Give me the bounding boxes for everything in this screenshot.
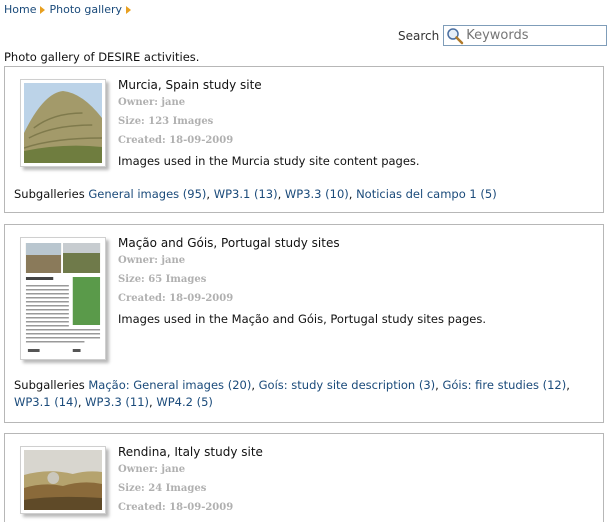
breadcrumb-arrow-icon: [40, 5, 46, 14]
breadcrumb-arrow-icon: [126, 5, 131, 14]
subgallery-link[interactable]: Góis: fire studies (12): [442, 378, 566, 392]
gallery-owner: Owner: jane: [118, 97, 186, 108]
subgallery-link[interactable]: Noticias del campo 1 (5): [356, 187, 497, 201]
gallery-created: Created: 18-09-2009: [118, 502, 234, 513]
subgallery-link[interactable]: General images (95): [88, 187, 206, 201]
gallery-owner: Owner: jane: [118, 255, 186, 266]
subgallery-link[interactable]: WP4.2 (5): [156, 395, 213, 409]
rendina-landscape-photo: [24, 450, 102, 510]
gallery-thumbnail[interactable]: [20, 79, 106, 167]
subgalleries-label: Subgalleries: [14, 187, 85, 201]
gallery-description: Images used in the Murcia study site con…: [118, 154, 420, 168]
subgallery-link[interactable]: WP3.3 (10): [285, 187, 349, 201]
gallery-card: Murcia, Spain study site Owner: jane Siz…: [4, 66, 604, 213]
gallery-thumbnail[interactable]: [20, 237, 106, 360]
search-input[interactable]: [466, 28, 605, 43]
subgalleries-list: Subgalleries Mação: General images (20),…: [14, 378, 570, 409]
gallery-size: Size: 65 Images: [118, 274, 207, 285]
gallery-card: Rendina, Italy study site Owner: jane Si…: [4, 433, 604, 522]
page-intro: Photo gallery of DESIRE activities.: [4, 50, 200, 64]
hillside-terraces-photo: [23, 83, 103, 163]
search-area: Search: [398, 25, 608, 46]
gallery-thumbnail[interactable]: [20, 446, 106, 514]
subgallery-link[interactable]: WP3.1 (13): [214, 187, 278, 201]
gallery-owner: Owner: jane: [118, 464, 186, 475]
gallery-created: Created: 18-09-2009: [118, 293, 234, 304]
magnifier-icon: [446, 27, 464, 45]
gallery-description: Images used in the Mação and Góis, Portu…: [118, 312, 487, 326]
study-site-document-thumbnail: [24, 241, 102, 356]
subgalleries-list: Subgalleries General images (95), WP3.1 …: [14, 187, 497, 201]
breadcrumb-photo-gallery-link[interactable]: Photo gallery: [49, 3, 122, 16]
subgallery-link[interactable]: WP3.3 (11): [85, 395, 149, 409]
search-box[interactable]: [443, 25, 608, 46]
gallery-title[interactable]: Rendina, Italy study site: [118, 445, 263, 464]
subgallery-link[interactable]: Goís: study site description (3): [259, 378, 436, 392]
breadcrumb: Home Photo gallery: [4, 3, 135, 16]
subgallery-link[interactable]: WP3.1 (14): [14, 395, 78, 409]
gallery-size: Size: 24 Images: [118, 483, 207, 494]
gallery-title[interactable]: Murcia, Spain study site: [118, 78, 420, 97]
gallery-size: Size: 123 Images: [118, 116, 214, 127]
gallery-card: Mação and Góis, Portugal study sites Own…: [4, 224, 604, 423]
breadcrumb-home-link[interactable]: Home: [4, 3, 36, 16]
gallery-created: Created: 18-09-2009: [118, 135, 234, 146]
subgallery-link[interactable]: Mação: General images (20): [88, 378, 251, 392]
gallery-title[interactable]: Mação and Góis, Portugal study sites: [118, 236, 486, 255]
subgalleries-label: Subgalleries: [14, 378, 85, 392]
search-label: Search: [398, 28, 440, 43]
